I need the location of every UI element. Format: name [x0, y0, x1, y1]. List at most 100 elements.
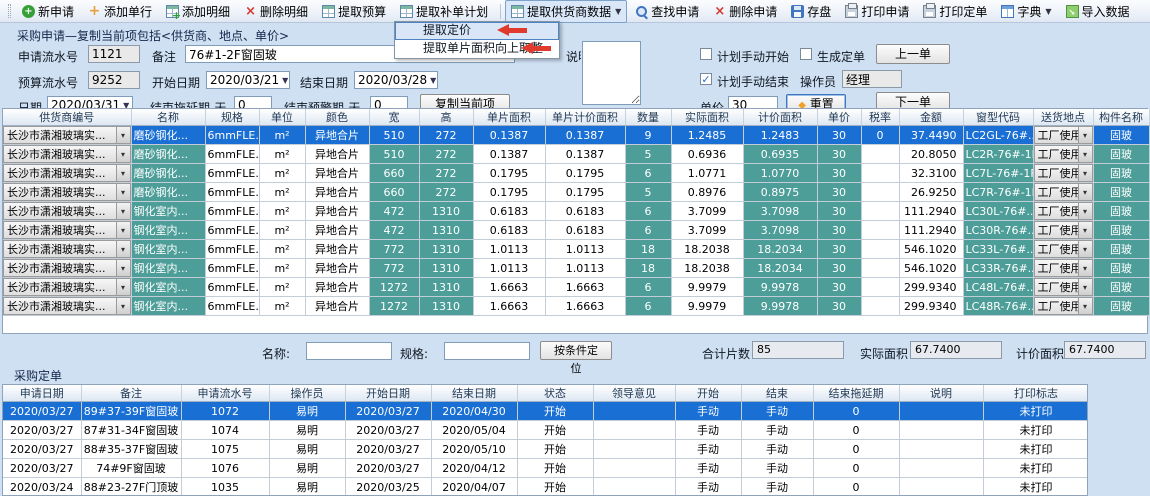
grid-cell[interactable]: 固玻 [1093, 221, 1149, 240]
grid-cell[interactable]: LC33L-76#... [963, 240, 1033, 259]
grid-cell[interactable]: 3.7099 [671, 221, 743, 240]
chevron-down-icon[interactable]: ▾ [116, 184, 130, 200]
grid-cell[interactable]: 30 [817, 145, 861, 164]
grid-cell[interactable]: 固玻 [1093, 183, 1149, 202]
grid-cell[interactable] [593, 478, 675, 496]
column-header[interactable]: 打印标志 [983, 385, 1088, 402]
import-data-button[interactable]: 导入数据 [1060, 0, 1136, 23]
grid-cell[interactable]: 未打印 [983, 440, 1088, 459]
grid-cell[interactable]: 6 [625, 278, 671, 297]
grid-cell[interactable]: 89#37-39F窗固玻 [81, 402, 181, 421]
grid-cell[interactable] [899, 459, 983, 478]
grid-cell[interactable]: 2020/04/30 [431, 402, 517, 421]
extract-budget-button[interactable]: 提取预算 [316, 0, 392, 23]
grid-cell[interactable]: 0.6183 [473, 202, 545, 221]
combo-cell[interactable]: 工厂使用▾ [1033, 126, 1093, 145]
grid-cell[interactable]: m² [259, 297, 305, 316]
grid-cell[interactable]: 472 [369, 202, 419, 221]
combo-cell[interactable]: 长沙市潇湘玻璃实...▾ [3, 202, 131, 221]
column-header[interactable]: 名称 [131, 109, 205, 126]
grid-cell[interactable]: 2020/04/12 [431, 459, 517, 478]
grid-cell[interactable]: 30 [817, 221, 861, 240]
combo-cell[interactable]: 长沙市潇湘玻璃实...▾ [3, 278, 131, 297]
grid-cell[interactable]: LC30R-76#... [963, 221, 1033, 240]
grid-cell[interactable]: 30 [817, 259, 861, 278]
grid-cell[interactable]: 1.0113 [473, 240, 545, 259]
grid-cell[interactable]: 固玻 [1093, 278, 1149, 297]
combo-cell[interactable]: 工厂使用▾ [1033, 202, 1093, 221]
grid-cell[interactable]: 固玻 [1093, 145, 1149, 164]
chevron-down-icon[interactable]: ▾ [116, 165, 130, 181]
grid-cell[interactable]: 30 [817, 240, 861, 259]
grid-cell[interactable]: LC48R-76#... [963, 297, 1033, 316]
find-application-button[interactable]: 查找申请 [629, 0, 705, 23]
grid-cell[interactable]: 0 [813, 459, 899, 478]
combo-cell[interactable]: 工厂使用▾ [1033, 164, 1093, 183]
budget-no-field[interactable] [88, 71, 140, 89]
grid-cell[interactable]: 6mmFLE... [205, 259, 259, 278]
grid-cell[interactable]: 未打印 [983, 459, 1088, 478]
grid-cell[interactable]: 272 [419, 183, 473, 202]
chevron-down-icon[interactable]: ▾ [1078, 298, 1092, 314]
grid-cell[interactable]: 9.9978 [743, 297, 817, 316]
grid-cell[interactable] [861, 164, 899, 183]
grid-cell[interactable]: LC2R-76#-1F [963, 145, 1033, 164]
grid-cell[interactable]: 30 [817, 164, 861, 183]
grid-cell[interactable]: 1310 [419, 297, 473, 316]
column-header[interactable]: 数量 [625, 109, 671, 126]
grid-cell[interactable]: 0.1387 [473, 145, 545, 164]
grid-cell[interactable]: 9.9979 [671, 297, 743, 316]
grid-cell[interactable]: 2020/05/04 [431, 421, 517, 440]
combo-cell[interactable]: 工厂使用▾ [1033, 221, 1093, 240]
chevron-down-icon[interactable]: ▾ [116, 222, 130, 238]
grid-cell[interactable]: 2020/03/27 [3, 421, 81, 440]
grid-cell[interactable]: 异地合片 [305, 183, 369, 202]
grid-cell[interactable]: m² [259, 278, 305, 297]
grid-cell[interactable]: 6mmFLE... [205, 240, 259, 259]
grid-cell[interactable]: 手动 [675, 421, 741, 440]
grid-cell[interactable]: 510 [369, 126, 419, 145]
filter-name-input[interactable] [306, 342, 392, 360]
locate-by-condition-button[interactable]: 按条件定位 [540, 341, 612, 360]
column-header[interactable]: 申请流水号 [181, 385, 269, 402]
grid-cell[interactable]: LC48L-76#... [963, 278, 1033, 297]
grid-cell[interactable]: 开始 [517, 459, 593, 478]
grid-cell[interactable]: 111.2940 [899, 202, 963, 221]
grid-cell[interactable] [593, 440, 675, 459]
grid-cell[interactable]: m² [259, 126, 305, 145]
grid-cell[interactable]: 3.7099 [671, 202, 743, 221]
grid-cell[interactable]: 1.0113 [545, 259, 625, 278]
chevron-down-icon[interactable]: ▾ [1078, 279, 1092, 295]
grid-cell[interactable]: 1310 [419, 259, 473, 278]
filter-spec-input[interactable] [444, 342, 530, 360]
grid-cell[interactable]: 手动 [675, 459, 741, 478]
column-header[interactable]: 送货地点 [1033, 109, 1093, 126]
add-row-button[interactable]: +添加单行 [82, 0, 158, 23]
grid-cell[interactable]: 手动 [741, 421, 813, 440]
grid-cell[interactable]: 30 [817, 278, 861, 297]
table-row[interactable]: 长沙市潇湘玻璃实...▾磨砂钢化...6mmFLE...m²异地合片660272… [3, 164, 1149, 183]
grid-cell[interactable]: 272 [419, 126, 473, 145]
column-header[interactable]: 结束拖延期 [813, 385, 899, 402]
delete-detail-button[interactable]: ×删除明细 [238, 0, 314, 23]
chevron-down-icon[interactable]: ▾ [116, 146, 130, 162]
grid-cell[interactable]: 87#31-34F窗固玻 [81, 421, 181, 440]
grid-cell[interactable]: 2020/03/27 [345, 440, 431, 459]
grid-cell[interactable]: 未打印 [983, 478, 1088, 496]
chevron-down-icon[interactable]: ▾ [1078, 165, 1092, 181]
grid-cell[interactable]: 20.8050 [899, 145, 963, 164]
grid-cell[interactable]: 1072 [181, 402, 269, 421]
grid-cell[interactable]: 0 [861, 126, 899, 145]
grid-cell[interactable]: 2020/03/27 [345, 459, 431, 478]
column-header[interactable]: 构件名称 [1093, 109, 1149, 126]
grid-cell[interactable]: 易明 [269, 478, 345, 496]
grid-cell[interactable]: 0 [813, 421, 899, 440]
grid-cell[interactable]: 未打印 [983, 421, 1088, 440]
grid-cell[interactable]: 1.6663 [473, 297, 545, 316]
table-row[interactable]: 2020/03/2774#9F窗固玻1076易明2020/03/272020/0… [3, 459, 1088, 478]
table-row[interactable]: 2020/03/2787#31-34F窗固玻1074易明2020/03/2720… [3, 421, 1088, 440]
grid-cell[interactable]: 88#23-27F门顶玻 [81, 478, 181, 496]
grid-cell[interactable]: 9 [625, 126, 671, 145]
grid-cell[interactable]: 299.9340 [899, 278, 963, 297]
column-header[interactable]: 开始 [675, 385, 741, 402]
